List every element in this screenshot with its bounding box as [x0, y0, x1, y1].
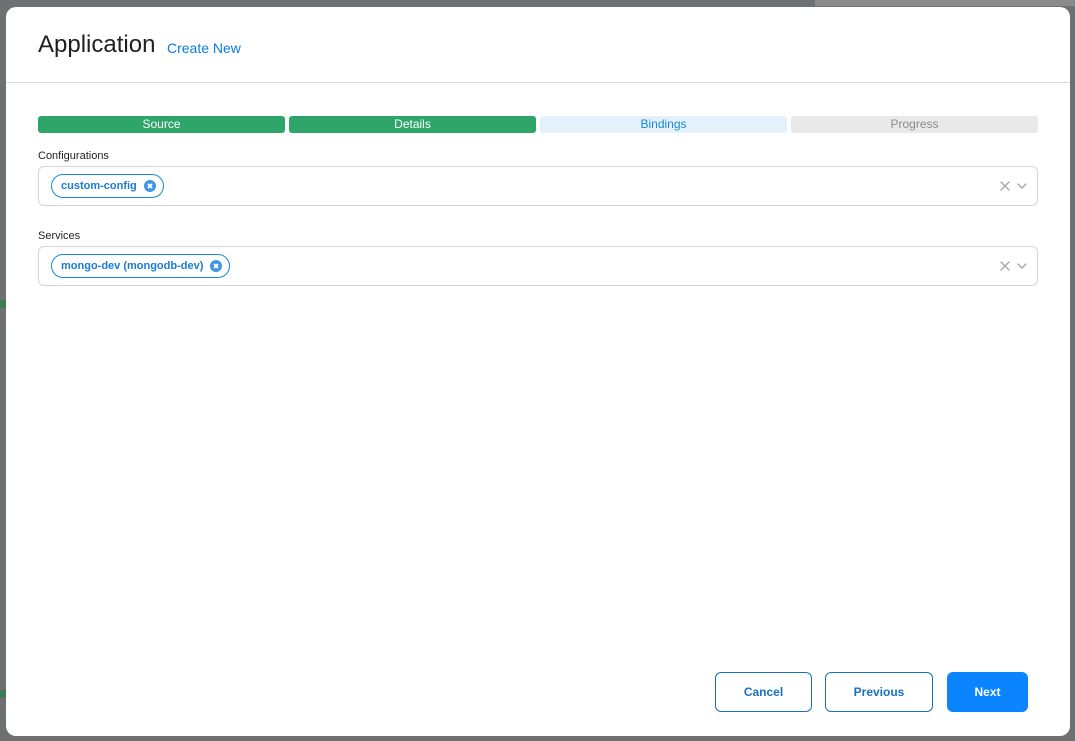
step-source[interactable]: Source	[38, 116, 285, 133]
services-select[interactable]: mongo-dev (mongodb-dev)	[38, 246, 1038, 286]
cancel-button[interactable]: Cancel	[715, 672, 812, 712]
configurations-select[interactable]: custom-config	[38, 166, 1038, 206]
service-chip: mongo-dev (mongodb-dev)	[51, 254, 231, 278]
wizard-steps: Source Details Bindings Progress	[38, 116, 1038, 134]
modal-title: Application	[38, 31, 156, 58]
services-label: Services	[38, 230, 81, 242]
close-circle-icon[interactable]	[143, 180, 156, 192]
application-modal: Application Create New Source Details Bi…	[6, 7, 1070, 736]
chip-label: mongo-dev (mongodb-dev)	[61, 260, 204, 272]
close-circle-icon[interactable]	[210, 260, 223, 272]
clear-icon[interactable]	[999, 180, 1011, 192]
chevron-down-icon[interactable]	[1016, 260, 1028, 272]
chip-label: custom-config	[61, 180, 137, 192]
step-progress[interactable]: Progress	[791, 116, 1038, 133]
modal-header: Application Create New	[6, 7, 1070, 83]
backdrop-toolbar	[815, 0, 1075, 6]
step-details[interactable]: Details	[289, 116, 536, 133]
next-button[interactable]: Next	[947, 672, 1028, 712]
clear-icon[interactable]	[999, 260, 1011, 272]
create-new-link[interactable]: Create New	[167, 40, 241, 56]
previous-button[interactable]: Previous	[825, 672, 933, 712]
step-bindings[interactable]: Bindings	[540, 116, 787, 133]
configurations-label: Configurations	[38, 150, 109, 162]
configuration-chip: custom-config	[51, 174, 164, 198]
chevron-down-icon[interactable]	[1016, 180, 1028, 192]
